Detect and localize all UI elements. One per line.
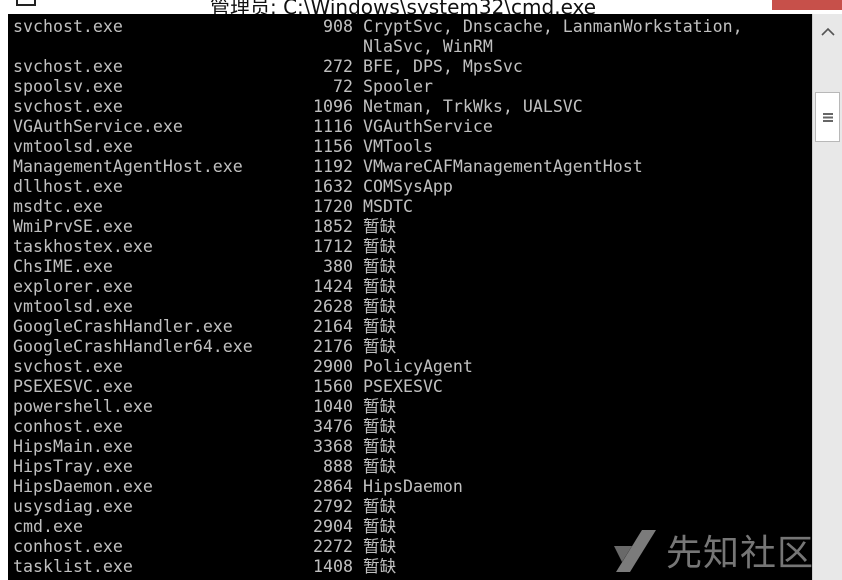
service-names: 暂缺 xyxy=(363,337,397,356)
process-id: 1560 xyxy=(313,377,353,396)
window-frame-left xyxy=(0,14,8,580)
title-bar[interactable]: 管理员: C:\Windows\system32\cmd.exe xyxy=(0,0,842,14)
image-name: conhost.exe xyxy=(13,417,123,436)
watermark-logo-icon xyxy=(614,530,656,572)
service-names: PolicyAgent xyxy=(363,357,473,376)
service-names: 暂缺 xyxy=(363,257,397,276)
image-name: conhost.exe xyxy=(13,537,123,556)
service-names: 暂缺 xyxy=(363,497,397,516)
service-names: PSEXESVC xyxy=(363,377,443,396)
process-id: 1424 xyxy=(313,277,353,296)
service-names: Spooler xyxy=(363,77,433,96)
service-names: 暂缺 xyxy=(363,297,397,316)
image-name: cmd.exe xyxy=(13,517,83,536)
service-names: 暂缺 xyxy=(363,517,397,536)
image-name: taskhostex.exe xyxy=(13,237,153,256)
chevron-up-icon xyxy=(820,27,835,36)
process-id: 2628 xyxy=(313,297,353,316)
watermark-text: 先知社区 xyxy=(666,533,815,574)
process-id: 1156 xyxy=(313,137,353,156)
service-names: 暂缺 xyxy=(363,557,397,576)
process-id: 272 xyxy=(323,57,353,76)
image-name: GoogleCrashHandler64.exe xyxy=(13,337,253,356)
image-name: tasklist.exe xyxy=(13,557,133,576)
image-name: GoogleCrashHandler.exe xyxy=(13,317,233,336)
image-name: vmtoolsd.exe xyxy=(13,297,133,316)
vertical-scrollbar[interactable] xyxy=(812,14,842,580)
image-name: msdtc.exe xyxy=(13,197,103,216)
process-id: 2176 xyxy=(313,337,353,356)
cmd-window: 管理员: C:\Windows\system32\cmd.exe svchost… xyxy=(0,0,842,580)
process-id: 1712 xyxy=(313,237,353,256)
process-id: 1116 xyxy=(313,117,353,136)
image-name: usysdiag.exe xyxy=(13,497,133,516)
service-names: VMwareCAFManagementAgentHost xyxy=(363,157,643,176)
image-name: powershell.exe xyxy=(13,397,153,416)
image-name: PSEXESVC.exe xyxy=(13,377,133,396)
service-names: CryptSvc, Dnscache, LanmanWorkstation, xyxy=(363,17,743,36)
process-id: 908 xyxy=(323,17,353,36)
console-icon xyxy=(16,0,36,6)
service-names: 暂缺 xyxy=(363,317,397,336)
window-title: 管理员: C:\Windows\system32\cmd.exe xyxy=(210,0,597,14)
service-names: NlaSvc, WinRM xyxy=(363,37,493,56)
image-name: svchost.exe xyxy=(13,357,123,376)
image-name: HipsMain.exe xyxy=(13,437,133,456)
image-name: VGAuthService.exe xyxy=(13,117,183,136)
process-id: 1192 xyxy=(313,157,353,176)
console-output[interactable]: svchost.exe 908 CryptSvc, Dnscache, Lanman… xyxy=(8,14,812,580)
service-names: MSDTC xyxy=(363,197,413,216)
image-name: svchost.exe xyxy=(13,57,123,76)
service-names: 暂缺 xyxy=(363,217,397,236)
grip-icon xyxy=(822,112,833,122)
process-id: 1632 xyxy=(313,177,353,196)
process-id: 2164 xyxy=(313,317,353,336)
close-button[interactable] xyxy=(772,0,842,10)
image-name: HipsTray.exe xyxy=(13,457,133,476)
service-names: Netman, TrkWks, UALSVC xyxy=(363,97,583,116)
service-names: 暂缺 xyxy=(363,437,397,456)
process-id: 1852 xyxy=(313,217,353,236)
process-id: 1040 xyxy=(313,397,353,416)
process-id: 3368 xyxy=(313,437,353,456)
process-id: 1408 xyxy=(313,557,353,576)
scroll-thumb[interactable] xyxy=(815,92,840,142)
image-name: WmiPrvSE.exe xyxy=(13,217,133,236)
process-id: 2904 xyxy=(313,517,353,536)
image-name: svchost.exe xyxy=(13,97,123,116)
service-names: COMSysApp xyxy=(363,177,453,196)
service-names: VMTools xyxy=(363,137,433,156)
service-names: 暂缺 xyxy=(363,237,397,256)
service-names: 暂缺 xyxy=(363,417,397,436)
process-id: 72 xyxy=(333,77,353,96)
image-name: svchost.exe xyxy=(13,17,123,36)
image-name: ManagementAgentHost.exe xyxy=(13,157,243,176)
service-names: 暂缺 xyxy=(363,277,397,296)
image-name: vmtoolsd.exe xyxy=(13,137,133,156)
process-id: 1096 xyxy=(313,97,353,116)
process-id: 888 xyxy=(323,457,353,476)
service-names: 暂缺 xyxy=(363,537,397,556)
process-id: 2864 xyxy=(313,477,353,496)
image-name: dllhost.exe xyxy=(13,177,123,196)
process-id: 2900 xyxy=(313,357,353,376)
scroll-up-button[interactable] xyxy=(813,20,842,42)
image-name: HipsDaemon.exe xyxy=(13,477,153,496)
image-name: spoolsv.exe xyxy=(13,77,123,96)
process-id: 2272 xyxy=(313,537,353,556)
process-id: 380 xyxy=(323,257,353,276)
watermark: 先知社区 xyxy=(612,522,822,578)
image-name: ChsIME.exe xyxy=(13,257,113,276)
process-id: 1720 xyxy=(313,197,353,216)
service-names: 暂缺 xyxy=(363,457,397,476)
service-names: VGAuthService xyxy=(363,117,493,136)
process-id: 3476 xyxy=(313,417,353,436)
service-names: HipsDaemon xyxy=(363,477,463,496)
service-names: 暂缺 xyxy=(363,397,397,416)
process-id: 2792 xyxy=(313,497,353,516)
image-name: explorer.exe xyxy=(13,277,133,296)
service-names: BFE, DPS, MpsSvc xyxy=(363,57,523,76)
